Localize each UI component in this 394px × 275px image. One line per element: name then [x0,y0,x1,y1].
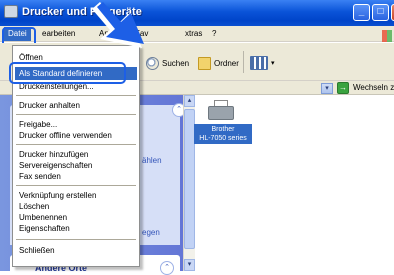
address-dropdown-button[interactable]: ▾ [321,83,333,94]
go-button-label[interactable]: Wechseln z [353,83,394,92]
menu-separator [16,144,136,145]
scroll-down-arrow-icon[interactable]: ▾ [184,259,195,271]
menu-separator [16,239,136,240]
menu-extras[interactable]: xtras [185,29,202,38]
menu-item-properties[interactable]: Eigenschaften [19,224,70,233]
folder-icon [198,56,211,70]
views-icon [250,56,268,70]
menu-favoriten[interactable]: Fav [135,29,148,38]
menu-separator [16,185,136,186]
set-default-callout-box [9,62,126,84]
menu-item-add-printer[interactable]: Drucker hinzufügen [19,150,88,159]
toolbar-separator [243,51,244,73]
menu-separator [16,95,136,96]
views-dropdown-arrow-icon: ▾ [271,60,275,67]
printer-folder-icon [4,5,18,18]
maximize-button[interactable]: □ [372,4,389,21]
printer-model: HL-7050 series [199,135,247,142]
menu-help[interactable]: ? [212,29,216,38]
menu-item-use-offline[interactable]: Drucker offline verwenden [19,131,112,140]
go-arrow-icon[interactable]: → [337,82,349,94]
task-pane-scrollbar[interactable]: ▴ ▾ [183,95,195,271]
menu-item-sharing[interactable]: Freigabe... [19,120,57,129]
search-label: Suchen [162,58,190,68]
menu-bar: Datei earbeiten Ansicht Fav xtras ? [0,26,394,42]
menu-item-close[interactable]: Schließen [19,246,55,255]
menu-bearbeiten[interactable]: earbeiten [42,29,75,38]
folders-label: Ordner [214,58,239,68]
menu-item-send-fax[interactable]: Fax senden [19,172,61,181]
windows-logo-icon [382,30,392,42]
menu-item-open[interactable]: Öffnen [19,53,43,62]
scroll-up-arrow-icon[interactable]: ▴ [184,95,195,107]
window-title: Drucker und Faxgeräte [22,6,142,18]
title-bar: Drucker und Faxgeräte _ □ × [0,0,394,26]
task-link-fragment[interactable]: egen [142,228,160,237]
printer-name: Brother [211,126,235,133]
menu-item-delete[interactable]: Löschen [19,202,49,211]
menu-separator [16,114,136,115]
printer-icon[interactable] [208,100,234,124]
menu-item-create-shortcut[interactable]: Verknüpfung erstellen [19,191,96,200]
menu-item-pause-printer[interactable]: Drucker anhalten [19,101,80,110]
search-button[interactable]: Suchen [146,55,189,71]
menu-ansicht[interactable]: Ansicht [99,29,125,38]
expand-panel-icon[interactable]: ⌃ [160,261,174,275]
search-icon [146,56,159,70]
menu-item-rename[interactable]: Umbenennen [19,213,67,222]
menu-item-server-properties[interactable]: Servereigenschaften [19,161,92,170]
minimize-button[interactable]: _ [353,4,370,21]
printer-item-label[interactable]: Brother HL-7050 series [194,124,252,144]
views-button[interactable]: ▾ [250,55,275,71]
folders-button[interactable]: Ordner [198,55,239,71]
task-link-fragment[interactable]: ählen [142,156,162,165]
